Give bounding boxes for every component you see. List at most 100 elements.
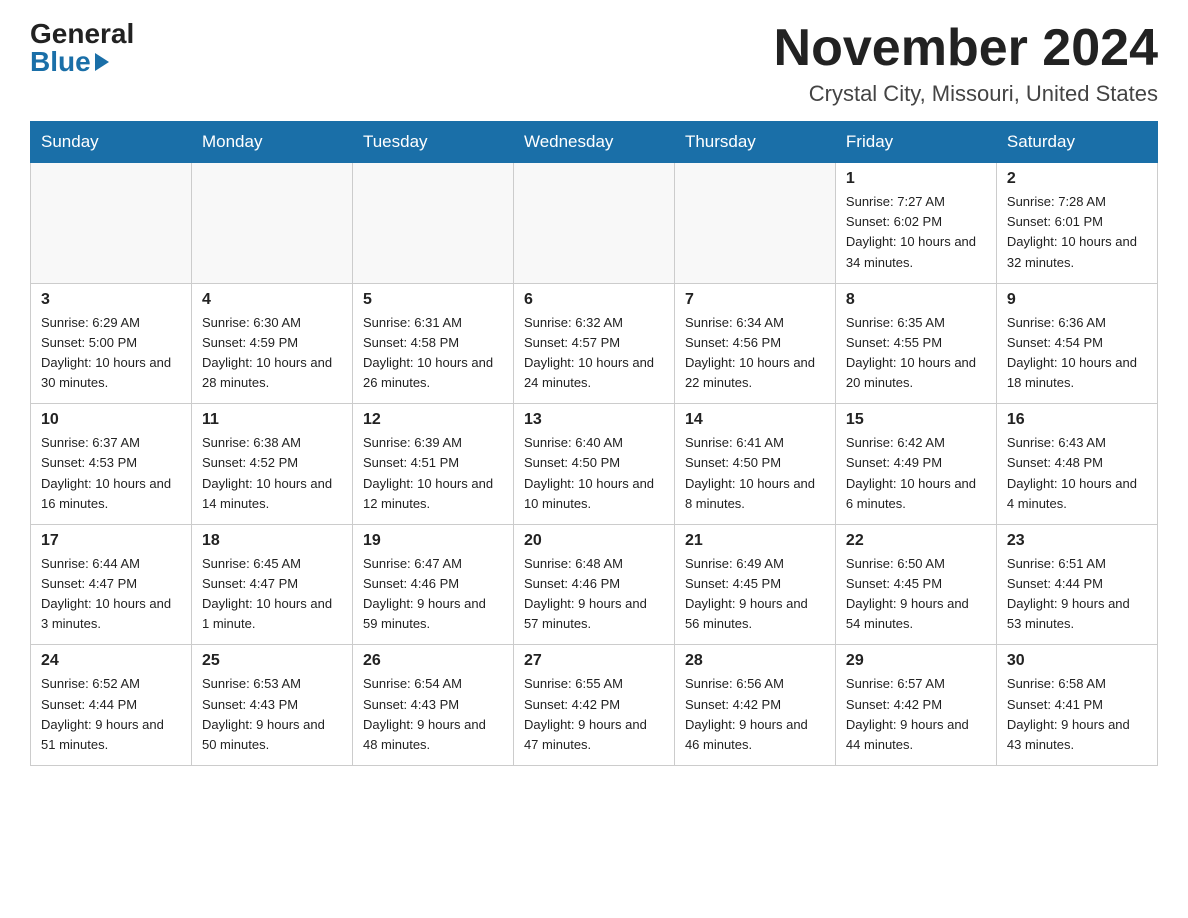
day-info: Sunrise: 6:57 AMSunset: 4:42 PMDaylight:…: [846, 674, 986, 755]
day-info: Sunrise: 6:56 AMSunset: 4:42 PMDaylight:…: [685, 674, 825, 755]
day-number: 23: [1007, 532, 1147, 550]
logo-general: General: [30, 20, 134, 48]
weekday-header-thursday: Thursday: [674, 122, 835, 163]
logo: General Blue: [30, 20, 134, 76]
calendar-cell: 28 Sunrise: 6:56 AMSunset: 4:42 PMDayligh…: [674, 645, 835, 766]
day-info: Sunrise: 6:53 AMSunset: 4:43 PMDaylight:…: [202, 674, 342, 755]
day-number: 11: [202, 411, 342, 429]
day-number: 28: [685, 652, 825, 670]
day-info: Sunrise: 6:50 AMSunset: 4:45 PMDaylight:…: [846, 554, 986, 635]
day-info: Sunrise: 6:41 AMSunset: 4:50 PMDaylight:…: [685, 433, 825, 514]
day-number: 4: [202, 291, 342, 309]
calendar-week-3: 10 Sunrise: 6:37 AMSunset: 4:53 PMDayligh…: [31, 404, 1158, 525]
day-number: 30: [1007, 652, 1147, 670]
calendar-cell: 24 Sunrise: 6:52 AMSunset: 4:44 PMDayligh…: [31, 645, 192, 766]
calendar-cell: 8 Sunrise: 6:35 AMSunset: 4:55 PMDaylight…: [835, 283, 996, 404]
day-info: Sunrise: 6:49 AMSunset: 4:45 PMDaylight:…: [685, 554, 825, 635]
day-number: 25: [202, 652, 342, 670]
day-number: 14: [685, 411, 825, 429]
calendar-body: 1 Sunrise: 7:27 AMSunset: 6:02 PMDaylight…: [31, 163, 1158, 766]
day-number: 17: [41, 532, 181, 550]
day-info: Sunrise: 6:44 AMSunset: 4:47 PMDaylight:…: [41, 554, 181, 635]
page-header: General Blue November 2024 Crystal City,…: [30, 20, 1158, 107]
day-info: Sunrise: 6:55 AMSunset: 4:42 PMDaylight:…: [524, 674, 664, 755]
logo-text-block: General Blue: [30, 20, 134, 76]
calendar-cell: 9Sunrise: 6:36 AMSunset: 4:54 PMDaylight…: [996, 283, 1157, 404]
calendar-cell: 5Sunrise: 6:31 AMSunset: 4:58 PMDaylight…: [352, 283, 513, 404]
day-number: 22: [846, 532, 986, 550]
weekday-header-saturday: Saturday: [996, 122, 1157, 163]
day-number: 12: [363, 411, 503, 429]
day-number: 6: [524, 291, 664, 309]
day-info: Sunrise: 6:42 AMSunset: 4:49 PMDaylight:…: [846, 433, 986, 514]
calendar-cell: 30 Sunrise: 6:58 AMSunset: 4:41 PMDayligh…: [996, 645, 1157, 766]
calendar-week-2: 3 Sunrise: 6:29 AMSunset: 5:00 PMDaylight…: [31, 283, 1158, 404]
calendar-cell: [191, 163, 352, 284]
calendar-cell: 1 Sunrise: 7:27 AMSunset: 6:02 PMDaylight…: [835, 163, 996, 284]
day-info: Sunrise: 6:52 AMSunset: 4:44 PMDaylight:…: [41, 674, 181, 755]
calendar-cell: 7 Sunrise: 6:34 AMSunset: 4:56 PMDaylight…: [674, 283, 835, 404]
day-info: Sunrise: 6:40 AMSunset: 4:50 PMDaylight:…: [524, 433, 664, 514]
day-number: 29: [846, 652, 986, 670]
day-number: 19: [363, 532, 503, 550]
weekday-header-wednesday: Wednesday: [513, 122, 674, 163]
calendar-cell: 2Sunrise: 7:28 AMSunset: 6:01 PMDaylight…: [996, 163, 1157, 284]
day-info: Sunrise: 6:32 AMSunset: 4:57 PMDaylight:…: [524, 313, 664, 394]
day-info: Sunrise: 6:31 AMSunset: 4:58 PMDaylight:…: [363, 313, 503, 394]
day-info: Sunrise: 6:29 AMSunset: 5:00 PMDaylight:…: [41, 313, 181, 394]
day-info: Sunrise: 6:34 AMSunset: 4:56 PMDaylight:…: [685, 313, 825, 394]
day-info: Sunrise: 6:47 AMSunset: 4:46 PMDaylight:…: [363, 554, 503, 635]
month-title: November 2024: [774, 20, 1158, 77]
calendar-cell: 26Sunrise: 6:54 AMSunset: 4:43 PMDayligh…: [352, 645, 513, 766]
day-info: Sunrise: 6:38 AMSunset: 4:52 PMDaylight:…: [202, 433, 342, 514]
weekday-header-tuesday: Tuesday: [352, 122, 513, 163]
calendar-week-5: 24 Sunrise: 6:52 AMSunset: 4:44 PMDayligh…: [31, 645, 1158, 766]
calendar-cell: 15 Sunrise: 6:42 AMSunset: 4:49 PMDayligh…: [835, 404, 996, 525]
calendar-cell: 19 Sunrise: 6:47 AMSunset: 4:46 PMDayligh…: [352, 524, 513, 645]
day-info: Sunrise: 6:39 AMSunset: 4:51 PMDaylight:…: [363, 433, 503, 514]
day-info: Sunrise: 6:48 AMSunset: 4:46 PMDaylight:…: [524, 554, 664, 635]
day-number: 10: [41, 411, 181, 429]
day-info: Sunrise: 6:43 AMSunset: 4:48 PMDaylight:…: [1007, 433, 1147, 514]
calendar-cell: 12 Sunrise: 6:39 AMSunset: 4:51 PMDayligh…: [352, 404, 513, 525]
calendar-week-4: 17 Sunrise: 6:44 AMSunset: 4:47 PMDayligh…: [31, 524, 1158, 645]
day-number: 24: [41, 652, 181, 670]
logo-arrow-icon: [95, 53, 109, 71]
calendar-cell: [674, 163, 835, 284]
day-number: 1: [846, 170, 986, 188]
calendar-cell: 10 Sunrise: 6:37 AMSunset: 4:53 PMDayligh…: [31, 404, 192, 525]
location-title: Crystal City, Missouri, United States: [774, 81, 1158, 107]
calendar-cell: 29 Sunrise: 6:57 AMSunset: 4:42 PMDayligh…: [835, 645, 996, 766]
day-info: Sunrise: 7:27 AMSunset: 6:02 PMDaylight:…: [846, 192, 986, 273]
day-info: Sunrise: 6:58 AMSunset: 4:41 PMDaylight:…: [1007, 674, 1147, 755]
day-info: Sunrise: 6:51 AMSunset: 4:44 PMDaylight:…: [1007, 554, 1147, 635]
calendar-table: SundayMondayTuesdayWednesdayThursdayFrid…: [30, 121, 1158, 766]
day-number: 21: [685, 532, 825, 550]
calendar-cell: 14 Sunrise: 6:41 AMSunset: 4:50 PMDayligh…: [674, 404, 835, 525]
calendar-cell: 6 Sunrise: 6:32 AMSunset: 4:57 PMDaylight…: [513, 283, 674, 404]
day-number: 3: [41, 291, 181, 309]
day-info: Sunrise: 6:30 AMSunset: 4:59 PMDaylight:…: [202, 313, 342, 394]
day-info: Sunrise: 6:36 AMSunset: 4:54 PMDaylight:…: [1007, 313, 1147, 394]
day-number: 7: [685, 291, 825, 309]
calendar-header: SundayMondayTuesdayWednesdayThursdayFrid…: [31, 122, 1158, 163]
calendar-cell: 22 Sunrise: 6:50 AMSunset: 4:45 PMDayligh…: [835, 524, 996, 645]
calendar-cell: 11 Sunrise: 6:38 AMSunset: 4:52 PMDayligh…: [191, 404, 352, 525]
day-number: 18: [202, 532, 342, 550]
day-number: 8: [846, 291, 986, 309]
day-info: Sunrise: 6:35 AMSunset: 4:55 PMDaylight:…: [846, 313, 986, 394]
calendar-cell: 4 Sunrise: 6:30 AMSunset: 4:59 PMDaylight…: [191, 283, 352, 404]
calendar-cell: 20 Sunrise: 6:48 AMSunset: 4:46 PMDayligh…: [513, 524, 674, 645]
day-number: 2: [1007, 170, 1147, 188]
day-number: 15: [846, 411, 986, 429]
day-info: Sunrise: 6:37 AMSunset: 4:53 PMDaylight:…: [41, 433, 181, 514]
calendar-cell: [352, 163, 513, 284]
day-number: 20: [524, 532, 664, 550]
logo-blue-line: Blue: [30, 48, 134, 76]
title-area: November 2024 Crystal City, Missouri, Un…: [774, 20, 1158, 107]
calendar-cell: 21 Sunrise: 6:49 AMSunset: 4:45 PMDayligh…: [674, 524, 835, 645]
logo-blue: Blue: [30, 48, 91, 76]
day-info: Sunrise: 6:54 AMSunset: 4:43 PMDaylight:…: [363, 674, 503, 755]
calendar-cell: 13Sunrise: 6:40 AMSunset: 4:50 PMDayligh…: [513, 404, 674, 525]
calendar-cell: 3 Sunrise: 6:29 AMSunset: 5:00 PMDaylight…: [31, 283, 192, 404]
